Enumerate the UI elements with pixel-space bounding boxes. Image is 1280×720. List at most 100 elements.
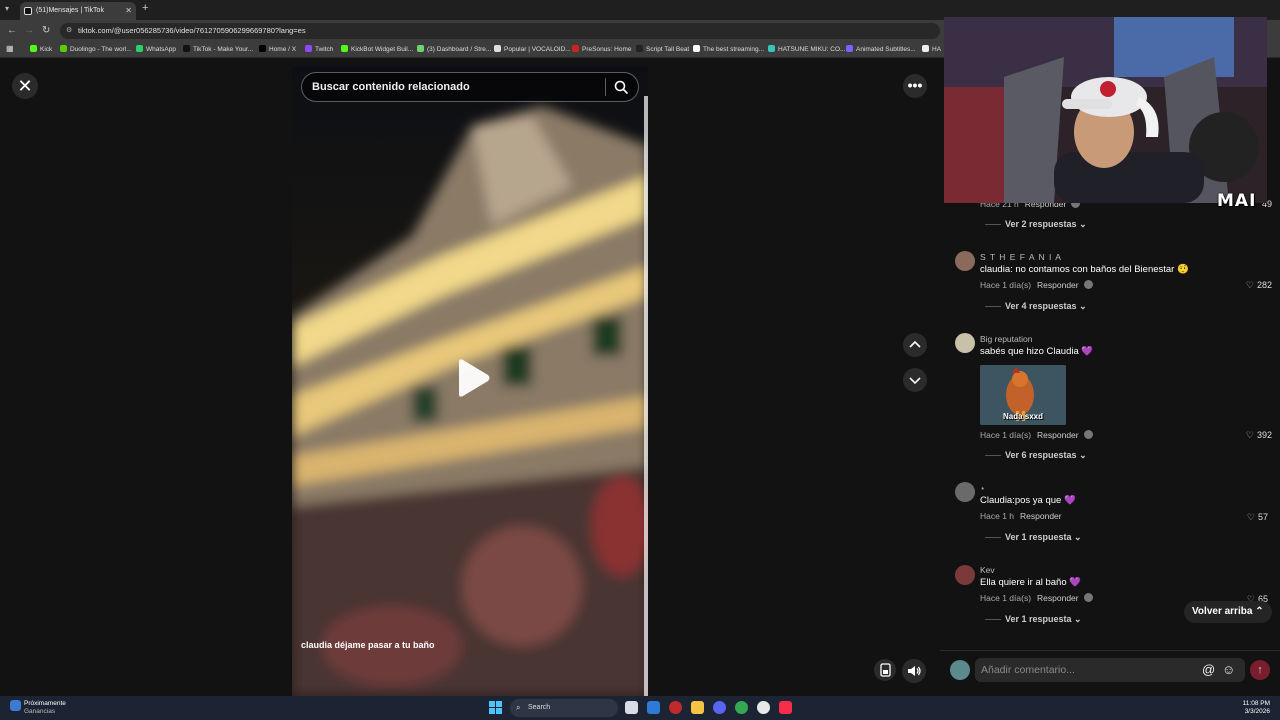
post-comment-button[interactable]: ↑ — [1250, 660, 1270, 680]
comment-text: Claudia:pos ya que 💜 — [980, 495, 1076, 506]
picture-in-picture-button[interactable] — [874, 659, 896, 681]
comment-meta: Hace 1 h Responder — [980, 511, 1062, 521]
bookmark-item[interactable]: (3) Dashboard / Stre... — [417, 45, 491, 53]
comment-likes[interactable]: ♡ 282 — [1230, 280, 1272, 291]
related-search-input[interactable]: Buscar contenido relacionado — [301, 72, 639, 102]
widgets-icon — [10, 700, 21, 711]
tab-title: (51)Mensajes | TikTok — [36, 7, 104, 14]
avatar[interactable] — [955, 251, 975, 271]
avatar[interactable] — [955, 565, 975, 585]
bookmark-item[interactable]: Twitch — [305, 45, 333, 53]
related-search-placeholder: Buscar contenido relacionado — [312, 81, 470, 93]
view-replies-button[interactable]: Ver 2 respuestas ⌄ — [985, 219, 1087, 230]
bookmark-item[interactable]: Duolingo - The worl... — [60, 45, 132, 53]
comment-likes[interactable]: ♡ 57 — [1230, 512, 1268, 523]
reload-icon[interactable]: ↻ — [42, 25, 50, 36]
windows-taskbar — [0, 696, 1280, 720]
comment-username[interactable]: S T H E F A N I A — [980, 252, 1062, 262]
search-divider — [605, 78, 606, 96]
comment-gif[interactable]: Nada sxxd — [980, 365, 1066, 425]
comment-likes[interactable]: ♡ 392 — [1230, 430, 1272, 441]
apps-icon[interactable]: ▦ — [6, 44, 14, 53]
reply-button[interactable]: Responder — [1020, 511, 1062, 521]
reply-button[interactable]: Responder — [1037, 593, 1079, 603]
tab-tiktok[interactable]: (51)Mensajes | TikTok ✕ — [20, 2, 136, 20]
comment-username[interactable]: ⋆ — [980, 483, 985, 494]
comment-username[interactable]: Kev — [980, 565, 995, 575]
bookmark-item[interactable]: Kick — [30, 45, 52, 53]
bookmark-item[interactable]: WhatsApp — [136, 45, 176, 53]
bookmark-item[interactable]: Popular | VOCALOID... — [494, 45, 571, 53]
avatar[interactable] — [955, 482, 975, 502]
bookmark-favicon-icon — [693, 45, 700, 52]
bookmark-item[interactable]: Animated Subtitles... — [846, 45, 916, 53]
music-icon[interactable] — [779, 701, 792, 714]
my-avatar[interactable] — [950, 660, 970, 680]
bookmark-favicon-icon — [768, 45, 775, 52]
close-video-button[interactable]: ✕ — [12, 73, 38, 99]
volume-button[interactable] — [902, 659, 926, 683]
bookmark-favicon-icon — [922, 45, 929, 52]
bookmark-favicon-icon — [636, 45, 643, 52]
pip-icon — [880, 663, 891, 677]
search-icon[interactable] — [613, 79, 629, 95]
back-icon[interactable]: ← — [7, 25, 17, 36]
address-bar[interactable]: ⚙ tiktok.com/@user056285736/video/761270… — [60, 23, 940, 39]
emoji-icon[interactable]: ☺ — [1222, 662, 1235, 677]
windows-start-icon[interactable] — [489, 701, 502, 714]
view-replies-button[interactable]: Ver 4 respuestas ⌄ — [985, 301, 1087, 312]
bookmark-favicon-icon — [494, 45, 501, 52]
chrome-icon[interactable] — [735, 701, 748, 714]
bookmark-favicon-icon — [136, 45, 143, 52]
reply-button[interactable]: Responder — [1037, 430, 1079, 440]
bookmark-item[interactable]: HATSUNE MIKU: CO... — [768, 45, 845, 53]
creator-liked-icon — [1083, 430, 1093, 439]
discord-icon[interactable] — [713, 701, 726, 714]
comment-meta: Hace 1 día(s) Responder — [980, 280, 1093, 290]
site-info-icon[interactable]: ⚙ — [66, 23, 72, 39]
reply-button[interactable]: Responder — [1037, 280, 1079, 290]
bookmark-item[interactable]: TikTok - Make Your... — [183, 45, 253, 53]
bookmark-favicon-icon — [183, 45, 190, 52]
tab-list-icon[interactable]: ▾ — [5, 4, 9, 13]
bookmark-item[interactable]: KickBot Widget Buil... — [341, 45, 413, 53]
speaker-icon — [908, 666, 921, 676]
app-icon[interactable] — [669, 701, 682, 714]
url-text: tiktok.com/@user056285736/video/76127059… — [78, 26, 306, 35]
heart-icon: ♡ — [1245, 430, 1254, 440]
task-view-icon[interactable] — [625, 701, 638, 714]
webcam-overlay — [944, 17, 1267, 203]
bookmark-favicon-icon — [305, 45, 312, 52]
new-tab-icon[interactable]: + — [142, 2, 148, 14]
comment-text: Ella quiere ir al baño 💜 — [980, 577, 1082, 588]
previous-video-button[interactable] — [903, 333, 927, 357]
heart-icon: ♡ — [1245, 280, 1254, 290]
edge-icon[interactable] — [647, 701, 660, 714]
more-options-button[interactable]: ••• — [903, 74, 927, 98]
heart-icon: ♡ — [1246, 512, 1255, 522]
chevron-down-icon — [909, 377, 921, 385]
view-replies-button[interactable]: Ver 1 respuesta ⌄ — [985, 614, 1082, 625]
creator-liked-icon — [1083, 593, 1093, 602]
mention-icon[interactable]: @ — [1202, 662, 1215, 677]
search-icon: ⌕ — [516, 703, 521, 712]
next-video-button[interactable] — [903, 368, 927, 392]
view-replies-button[interactable]: Ver 6 respuestas ⌄ — [985, 450, 1087, 461]
chatgpt-icon[interactable] — [757, 701, 770, 714]
bookmark-favicon-icon — [417, 45, 424, 52]
system-clock[interactable]: 11:08 PM 3/3/2026 — [1232, 700, 1270, 716]
taskbar-search[interactable]: ⌕ Search — [510, 699, 618, 717]
forward-icon[interactable]: → — [24, 25, 34, 36]
back-to-top-button[interactable]: Volver arriba ⌃ — [1184, 601, 1272, 623]
file-explorer-icon[interactable] — [691, 701, 704, 714]
bookmark-item[interactable]: Script Tall Beat — [636, 45, 689, 53]
view-replies-button[interactable]: Ver 1 respuesta ⌄ — [985, 532, 1082, 543]
close-tab-icon[interactable]: ✕ — [125, 2, 132, 20]
play-icon[interactable] — [455, 358, 491, 398]
bookmark-item[interactable]: Home / X — [259, 45, 296, 53]
comment-username[interactable]: Big reputation — [980, 334, 1032, 344]
bookmark-item[interactable]: HA — [922, 45, 941, 53]
bookmark-item[interactable]: PreSonus: Home — [572, 45, 632, 53]
avatar[interactable] — [955, 333, 975, 353]
bookmark-item[interactable]: The best streaming... — [693, 45, 764, 53]
